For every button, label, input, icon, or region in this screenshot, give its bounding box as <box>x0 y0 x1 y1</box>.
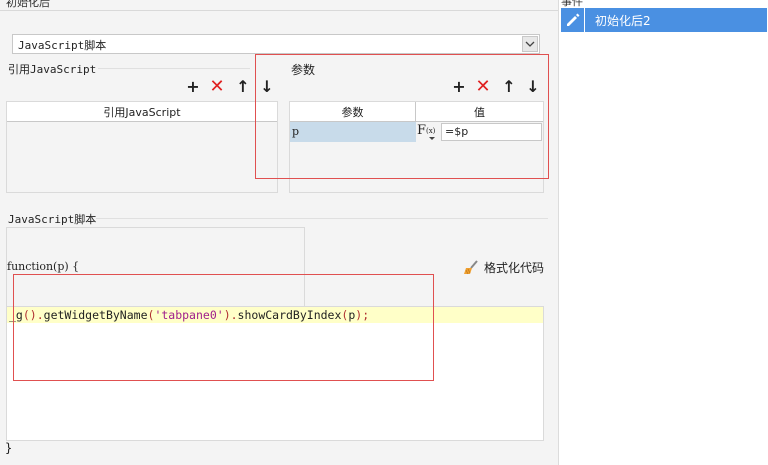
annotation-box-params <box>255 54 549 179</box>
column-header-ref-js: 引用JavaScript <box>103 106 181 119</box>
ref-js-title: 引用JavaScript <box>8 63 97 76</box>
format-code-label: 格式化代码 <box>484 261 545 275</box>
divider <box>98 68 250 69</box>
annotation-box-code <box>13 274 434 381</box>
closing-brace: } <box>5 441 13 455</box>
function-signature: function(p) { <box>7 260 80 273</box>
event-list-panel: 事件 初始化后2 <box>558 0 768 465</box>
event-list-header: 事件 <box>559 0 768 8</box>
delete-ref-button[interactable]: ✕ <box>209 78 225 96</box>
move-up-ref-button[interactable]: ↑ <box>235 79 251 95</box>
add-ref-button[interactable]: + <box>185 79 201 95</box>
divider <box>96 218 548 219</box>
ref-js-table: 引用JavaScript <box>6 101 278 193</box>
event-item-selected[interactable]: 初始化后2 <box>561 8 767 32</box>
script-editor-panel: 初始化后 JavaScript脚本 引用JavaScript + ✕ ↑ ↓ 引… <box>0 0 558 465</box>
panel-title: 初始化后 <box>6 0 50 9</box>
broom-icon <box>463 259 481 276</box>
format-code-button[interactable]: 格式化代码 <box>463 259 544 276</box>
script-type-select[interactable]: JavaScript脚本 <box>12 34 540 54</box>
panel-header: 初始化后 <box>0 0 558 11</box>
chevron-down-icon[interactable] <box>522 36 538 52</box>
table-header: 引用JavaScript <box>7 102 277 122</box>
pencil-icon[interactable] <box>561 8 585 32</box>
js-script-title: JavaScript脚本 <box>8 213 97 226</box>
event-item-label: 初始化后2 <box>595 14 651 28</box>
script-type-value: JavaScript脚本 <box>18 39 107 52</box>
